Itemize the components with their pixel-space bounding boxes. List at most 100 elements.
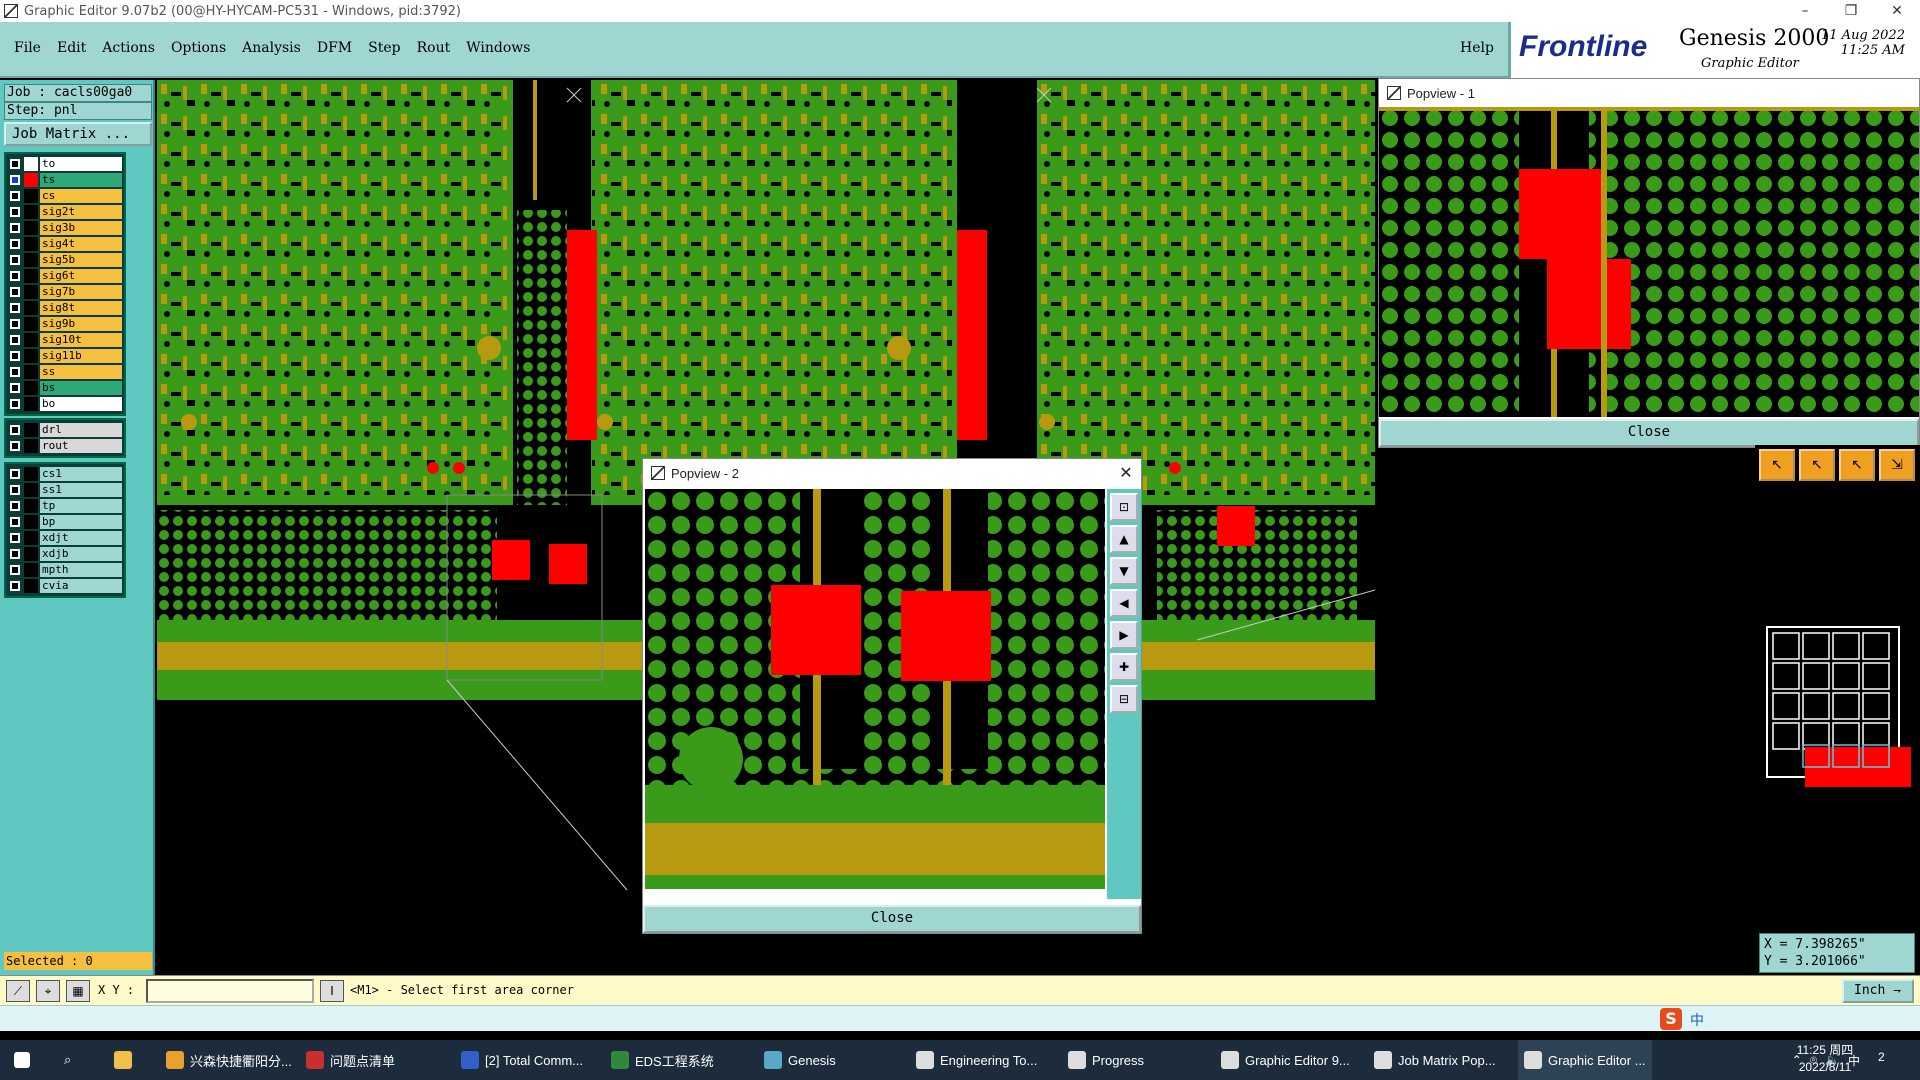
layer-row-xdjt[interactable]: xdjt — [6, 530, 124, 546]
layer-checkbox[interactable] — [10, 207, 20, 217]
layer-color-swatch[interactable] — [24, 301, 38, 315]
layer-checkbox[interactable] — [10, 319, 20, 329]
close-window-button[interactable]: ✕ — [1874, 3, 1920, 19]
layer-name[interactable]: cvia — [40, 579, 122, 593]
layer-color-swatch[interactable] — [24, 285, 38, 299]
popview-2-canvas[interactable] — [645, 489, 1105, 889]
menu-edit[interactable]: Edit — [57, 40, 86, 56]
layer-row-sig7b[interactable]: sig7b — [6, 284, 124, 300]
menu-windows[interactable]: Windows — [466, 40, 530, 56]
taskbar-app-3[interactable]: EDS工程系统 — [605, 1040, 720, 1080]
pan-up-icon[interactable]: ▲ — [1110, 525, 1138, 553]
layer-color-swatch[interactable] — [24, 579, 38, 593]
layer-name[interactable]: sig11b — [40, 349, 122, 363]
taskbar-app-1[interactable]: 问题点清单 — [300, 1040, 401, 1080]
pan-right-icon[interactable]: ▶ — [1110, 621, 1138, 649]
layer-row-sig3b[interactable]: sig3b — [6, 220, 124, 236]
popview-2-titlebar[interactable]: Popview - 2 ✕ — [643, 459, 1141, 487]
select-area-icon[interactable]: ⇲ — [1879, 449, 1915, 481]
layer-checkbox[interactable] — [10, 255, 20, 265]
layer-color-swatch[interactable] — [24, 439, 38, 453]
menu-analysis[interactable]: Analysis — [242, 40, 301, 56]
layer-checkbox[interactable] — [10, 517, 20, 527]
layer-name[interactable]: ts — [40, 173, 122, 187]
layer-checkbox[interactable] — [10, 191, 20, 201]
layer-row-drl[interactable]: drl — [6, 422, 124, 438]
layer-color-swatch[interactable] — [24, 189, 38, 203]
minimize-button[interactable]: – — [1782, 3, 1828, 19]
layer-checkbox[interactable] — [10, 335, 20, 345]
ime-mode-icon[interactable]: 中 — [1690, 1010, 1704, 1030]
menu-actions[interactable]: Actions — [102, 40, 155, 56]
layer-row-sig5b[interactable]: sig5b — [6, 252, 124, 268]
layer-name[interactable]: sig9b — [40, 317, 122, 331]
layer-row-rout[interactable]: rout — [6, 438, 124, 454]
layer-color-swatch[interactable] — [24, 269, 38, 283]
layer-name[interactable]: rout — [40, 439, 122, 453]
zoom-in-icon[interactable]: ✚ — [1110, 653, 1138, 681]
layer-row-sig4t[interactable]: sig4t — [6, 236, 124, 252]
layer-checkbox[interactable] — [10, 469, 20, 479]
layer-name[interactable]: sig2t — [40, 205, 122, 219]
taskbar-app-8[interactable]: Job Matrix Pop... — [1368, 1040, 1502, 1080]
layer-color-swatch[interactable] — [24, 333, 38, 347]
layer-name[interactable]: bo — [40, 397, 122, 411]
layer-row-bo[interactable]: bo — [6, 396, 124, 412]
layer-row-bp[interactable]: bp — [6, 514, 124, 530]
layer-checkbox[interactable] — [10, 399, 20, 409]
layer-row-sig10t[interactable]: sig10t — [6, 332, 124, 348]
layer-color-swatch[interactable] — [24, 423, 38, 437]
layer-color-swatch[interactable] — [24, 157, 38, 171]
layer-name[interactable]: xdjt — [40, 531, 122, 545]
layer-checkbox[interactable] — [10, 271, 20, 281]
taskbar-app-4[interactable]: Genesis — [758, 1040, 842, 1080]
taskbar-app-9[interactable]: Graphic Editor ... — [1518, 1040, 1652, 1080]
layer-name[interactable]: bs — [40, 381, 122, 395]
layer-checkbox[interactable] — [10, 581, 20, 591]
popview-1-titlebar[interactable]: Popview - 1 — [1379, 79, 1919, 107]
layer-row-xdjb[interactable]: xdjb — [6, 546, 124, 562]
menu-file[interactable]: File — [14, 40, 41, 56]
layer-color-swatch[interactable] — [24, 547, 38, 561]
layer-checkbox[interactable] — [10, 549, 20, 559]
taskbar-app-5[interactable]: Engineering To... — [910, 1040, 1043, 1080]
layer-checkbox[interactable] — [10, 485, 20, 495]
layer-row-sig8t[interactable]: sig8t — [6, 300, 124, 316]
popview-1-close-button[interactable]: Close — [1379, 419, 1919, 447]
layer-checkbox[interactable] — [10, 239, 20, 249]
xy-input[interactable] — [146, 979, 314, 1003]
layer-color-swatch[interactable] — [24, 467, 38, 481]
select-pointer-alt-icon[interactable]: ↖ — [1799, 449, 1835, 481]
menu-help[interactable]: Help — [1460, 40, 1494, 56]
menu-dfm[interactable]: DFM — [317, 40, 352, 56]
search-icon[interactable]: ⌕ — [58, 1040, 77, 1080]
layer-checkbox[interactable] — [10, 501, 20, 511]
layer-name[interactable]: sig7b — [40, 285, 122, 299]
layer-row-sig6t[interactable]: sig6t — [6, 268, 124, 284]
units-selector[interactable]: Inch ⇁ — [1842, 979, 1914, 1003]
sogou-ime-icon[interactable]: S — [1660, 1008, 1682, 1030]
layer-row-tp[interactable]: tp — [6, 498, 124, 514]
menu-options[interactable]: Options — [171, 40, 226, 56]
popview-2-close-button[interactable]: Close — [643, 905, 1141, 933]
layer-checkbox[interactable] — [10, 367, 20, 377]
start-button[interactable] — [8, 1040, 36, 1080]
layer-color-swatch[interactable] — [24, 317, 38, 331]
layer-color-swatch[interactable] — [24, 397, 38, 411]
layer-name[interactable]: sig6t — [40, 269, 122, 283]
layer-row-to[interactable]: to — [6, 156, 124, 172]
restore-button[interactable]: ❐ — [1828, 3, 1874, 19]
layer-checkbox[interactable] — [10, 223, 20, 233]
layer-color-swatch[interactable] — [24, 531, 38, 545]
draw-line-icon[interactable]: ⟋ — [6, 980, 30, 1002]
zoom-out-icon[interactable]: ⊟ — [1110, 685, 1138, 713]
menu-rout[interactable]: Rout — [417, 40, 451, 56]
taskbar-app-2[interactable]: [2] Total Comm... — [455, 1040, 589, 1080]
notification-count[interactable]: 2 — [1878, 1050, 1885, 1064]
layer-checkbox[interactable] — [10, 159, 20, 169]
layer-row-bs[interactable]: bs — [6, 380, 124, 396]
layer-checkbox[interactable] — [10, 175, 20, 185]
layer-name[interactable]: cs — [40, 189, 122, 203]
taskbar-app-7[interactable]: Graphic Editor 9... — [1215, 1040, 1356, 1080]
layer-row-ss1[interactable]: ss1 — [6, 482, 124, 498]
